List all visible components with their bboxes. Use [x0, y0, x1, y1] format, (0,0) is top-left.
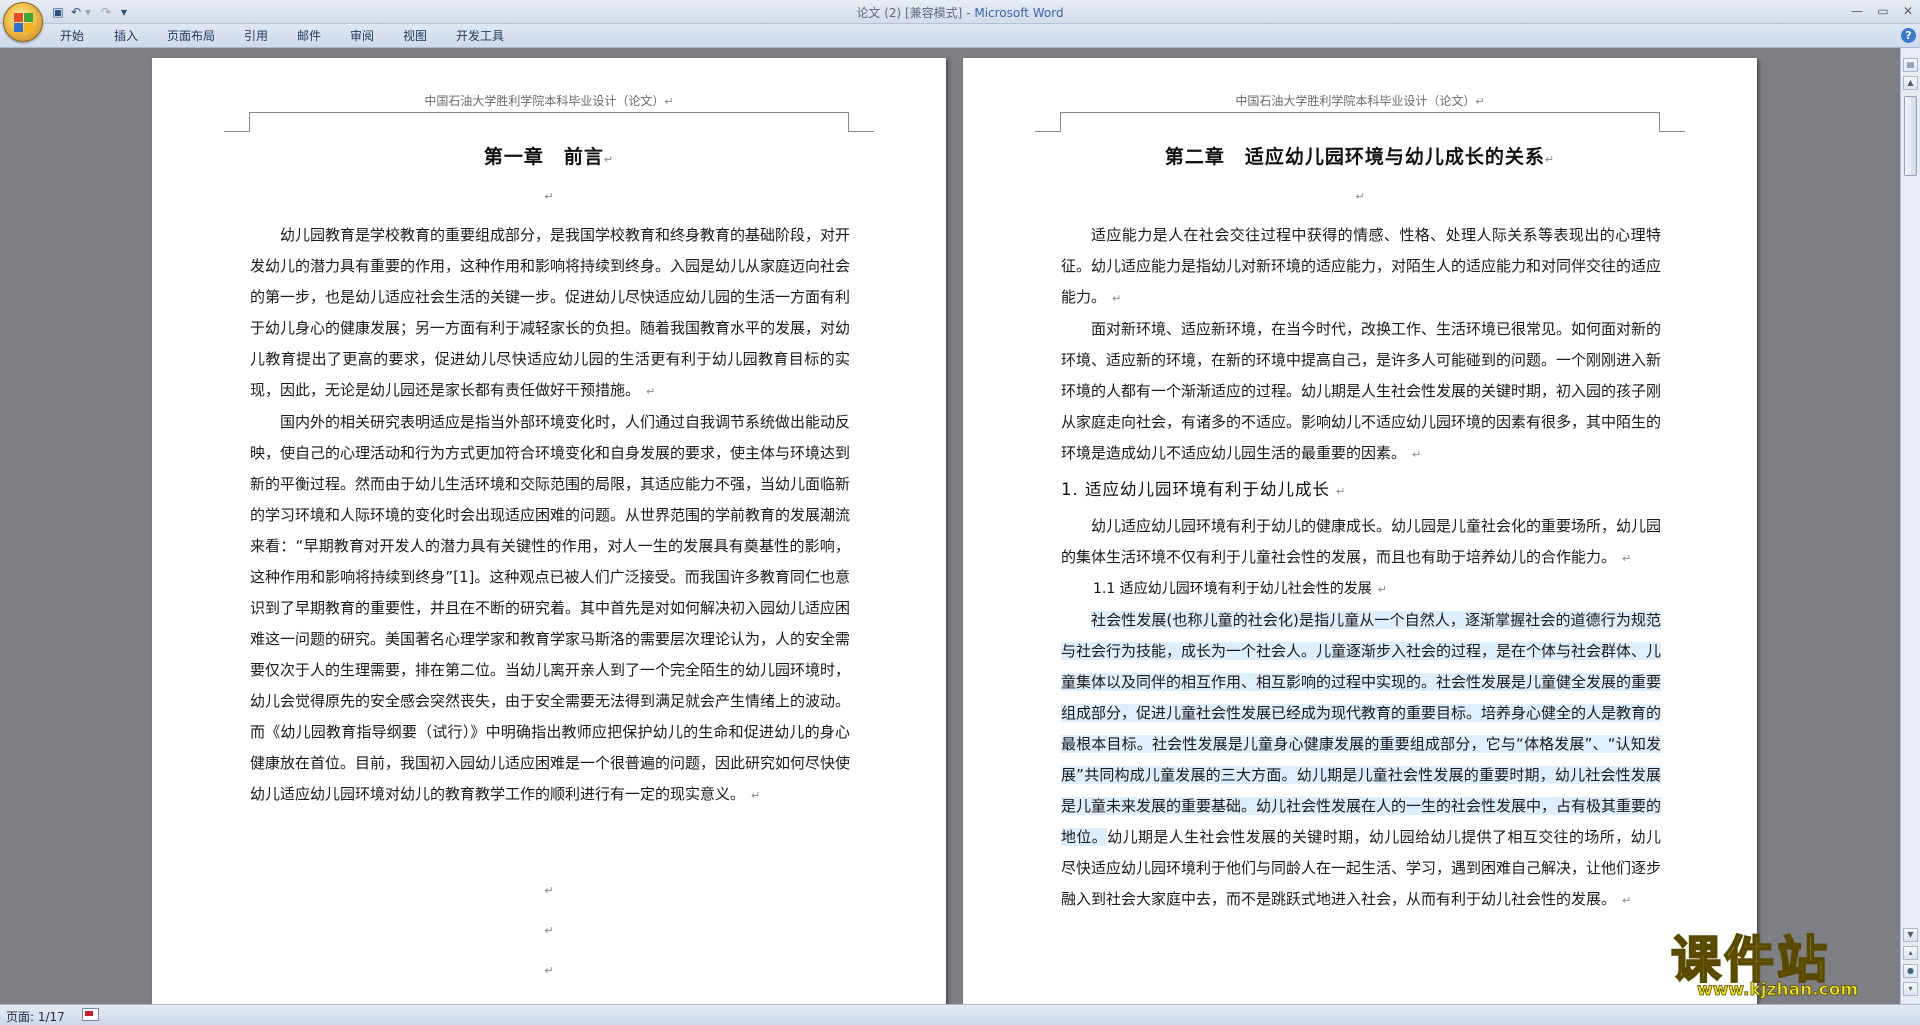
- page-header: 中国石油大学胜利学院本科毕业设计（论文）↵: [963, 92, 1757, 109]
- subsection-heading[interactable]: 1.1 适应幼儿园环境有利于幼儿社会性的发展 ↵: [1061, 574, 1661, 605]
- paragraph-mark: ↵: [1622, 894, 1632, 907]
- paragraph-mark: ↵: [664, 95, 674, 108]
- paragraph-mark: ↵: [603, 153, 615, 166]
- tab-home[interactable]: 开始: [60, 27, 84, 45]
- tab-insert[interactable]: 插入: [114, 27, 138, 45]
- status-bar: 页面: 1/17: [0, 1004, 1920, 1025]
- scroll-thumb[interactable]: [1904, 96, 1917, 176]
- body-paragraph[interactable]: 社会性发展(也称儿童的社会化)是指儿童从一个自然人，逐渐掌握社会的道德行为规范与…: [1061, 605, 1662, 916]
- body-paragraph[interactable]: 面对新环境、适应新环境，在当今时代，改换工作、生活环境已很常见。如何面对新的环境…: [1061, 314, 1661, 470]
- paragraph-mark: ↵: [1112, 292, 1122, 305]
- paragraph-mark: ↵: [1622, 552, 1632, 565]
- title-bar: ▣ ↶ ▾ ↷ ▾ 论文 (2) [兼容模式] - Microsoft Word…: [0, 0, 1920, 42]
- chapter-title[interactable]: 第一章 前言↵: [152, 142, 946, 169]
- scroll-up-icon[interactable]: ▲: [1903, 76, 1918, 90]
- paragraph-mark: ↵: [1412, 448, 1422, 461]
- paragraph-mark: ↵: [1544, 153, 1556, 166]
- section-heading-text: 1. 适应幼儿园环境有利于幼儿成长: [1061, 480, 1330, 499]
- page-header-text: 中国石油大学胜利学院本科毕业设计（论文）: [424, 94, 665, 108]
- tab-view[interactable]: 视图: [403, 27, 427, 45]
- document-area: 中国石油大学胜利学院本科毕业设计（论文）↵ 第一章 前言↵ ↵ 幼儿园教育是学校…: [0, 48, 1900, 1004]
- window-title: 论文 (2) [兼容模式] - Microsoft Word: [0, 4, 1920, 21]
- paragraph-mark: ↵: [1336, 485, 1347, 498]
- paragraph-text: 幼儿期是人生社会性发展的关键时期，幼儿园给幼儿提供了相互交往的场所，幼儿尽快适应…: [1061, 828, 1662, 908]
- close-icon[interactable]: ✕: [1895, 2, 1920, 20]
- body-paragraph[interactable]: 幼儿园教育是学校教育的重要组成部分，是我国学校教育和终身教育的基础阶段，对开发幼…: [250, 220, 850, 407]
- office-logo-icon: [14, 13, 34, 33]
- page-header: 中国石油大学胜利学院本科毕业设计（论文）↵: [152, 92, 946, 109]
- highlighted-text: 社会性发展(也称儿童的社会化)是指儿童从一个自然人，逐渐掌握社会的道德行为规范与…: [1061, 611, 1662, 846]
- empty-paragraph-mark: ↵: [544, 964, 554, 977]
- header-rule: [1035, 112, 1685, 132]
- title-separator: -: [962, 6, 975, 20]
- previous-page-icon[interactable]: ▴: [1903, 946, 1918, 960]
- paragraph-text: 适应能力是人在社会交往过程中获得的情感、性格、处理人际关系等表现出的心理特征。幼…: [1061, 226, 1662, 306]
- empty-paragraph-mark: ↵: [544, 924, 554, 937]
- application-name: Microsoft Word: [974, 6, 1064, 20]
- tab-references[interactable]: 引用: [244, 27, 268, 45]
- section-heading[interactable]: 1. 适应幼儿园环境有利于幼儿成长 ↵: [1061, 474, 1661, 507]
- paragraph-mark: ↵: [751, 789, 761, 802]
- empty-paragraph-mark: ↵: [544, 190, 554, 203]
- scroll-down-icon[interactable]: ▼: [1903, 928, 1918, 942]
- document-page-right: 中国石油大学胜利学院本科毕业设计（论文）↵ 第二章 适应幼儿园环境与幼儿成长的关…: [963, 58, 1757, 1004]
- select-browse-object-icon[interactable]: ●: [1903, 964, 1918, 978]
- tab-review[interactable]: 审阅: [350, 27, 374, 45]
- header-rule: [224, 112, 874, 132]
- page-count-status[interactable]: 页面: 1/17: [6, 1008, 65, 1025]
- body-paragraph[interactable]: 国内外的相关研究表明适应是指当外部环境变化时，人们通过自我调节系统做出能动反映，…: [250, 407, 850, 811]
- document-body-left[interactable]: 幼儿园教育是学校教育的重要组成部分，是我国学校教育和终身教育的基础阶段，对开发幼…: [250, 220, 850, 811]
- proofing-status-icon[interactable]: [82, 1008, 99, 1021]
- subsection-heading-text: 1.1 适应幼儿园环境有利于幼儿社会性的发展: [1093, 581, 1372, 597]
- page-header-text: 中国石油大学胜利学院本科毕业设计（论文）: [1235, 94, 1476, 108]
- paragraph-text: 国内外的相关研究表明适应是指当外部环境变化时，人们通过自我调节系统做出能动反映，…: [250, 413, 851, 803]
- body-paragraph[interactable]: 适应能力是人在社会交往过程中获得的情感、性格、处理人际关系等表现出的心理特征。幼…: [1061, 220, 1661, 314]
- paragraph-mark: ↵: [1475, 95, 1485, 108]
- paragraph-text: 面对新环境、适应新环境，在当今时代，改换工作、生活环境已很常见。如何面对新的环境…: [1061, 320, 1662, 462]
- vertical-scrollbar[interactable]: ▤ ▲ ▼ ▴ ● ▾: [1900, 48, 1920, 1004]
- chapter-title-text: 第二章 适应幼儿园环境与幼儿成长的关系: [1164, 146, 1545, 168]
- tab-developer[interactable]: 开发工具: [456, 27, 504, 45]
- body-paragraph[interactable]: 幼儿适应幼儿园环境有利于幼儿的健康成长。幼儿园是儿童社会化的重要场所，幼儿园的集…: [1061, 511, 1661, 574]
- watermark-url: www.kjzhan.com: [1697, 980, 1859, 1001]
- watermark-logo: 课件站 www.kjzhan.com: [1665, 920, 1905, 1002]
- paragraph-mark: ↵: [646, 385, 656, 398]
- ruler-toggle-icon[interactable]: ▤: [1903, 58, 1918, 72]
- paragraph-mark: ↵: [1377, 583, 1387, 596]
- next-page-icon[interactable]: ▾: [1903, 982, 1918, 996]
- document-name: 论文 (2) [兼容模式]: [856, 6, 963, 20]
- minimize-icon[interactable]: —: [1844, 2, 1870, 20]
- office-button[interactable]: [3, 2, 43, 42]
- help-icon[interactable]: ?: [1901, 28, 1916, 43]
- empty-paragraph-mark: ↵: [1355, 190, 1365, 203]
- paragraph-text: 幼儿适应幼儿园环境有利于幼儿的健康成长。幼儿园是儿童社会化的重要场所，幼儿园的集…: [1061, 517, 1662, 566]
- maximize-icon[interactable]: ▭: [1870, 2, 1896, 20]
- chapter-title-text: 第一章 前言: [483, 146, 604, 168]
- document-page-left: 中国石油大学胜利学院本科毕业设计（论文）↵ 第一章 前言↵ ↵ 幼儿园教育是学校…: [152, 58, 946, 1004]
- document-body-right[interactable]: 适应能力是人在社会交往过程中获得的情感、性格、处理人际关系等表现出的心理特征。幼…: [1061, 220, 1662, 916]
- paragraph-text: 幼儿园教育是学校教育的重要组成部分，是我国学校教育和终身教育的基础阶段，对开发幼…: [250, 226, 851, 399]
- ribbon-tab-row: 开始 插入 页面布局 引用 邮件 审阅 视图 开发工具 ?: [0, 24, 1920, 48]
- empty-paragraph-mark: ↵: [544, 884, 554, 897]
- tab-mailings[interactable]: 邮件: [297, 27, 321, 45]
- chapter-title[interactable]: 第二章 适应幼儿园环境与幼儿成长的关系↵: [963, 142, 1757, 169]
- tab-page-layout[interactable]: 页面布局: [167, 27, 215, 45]
